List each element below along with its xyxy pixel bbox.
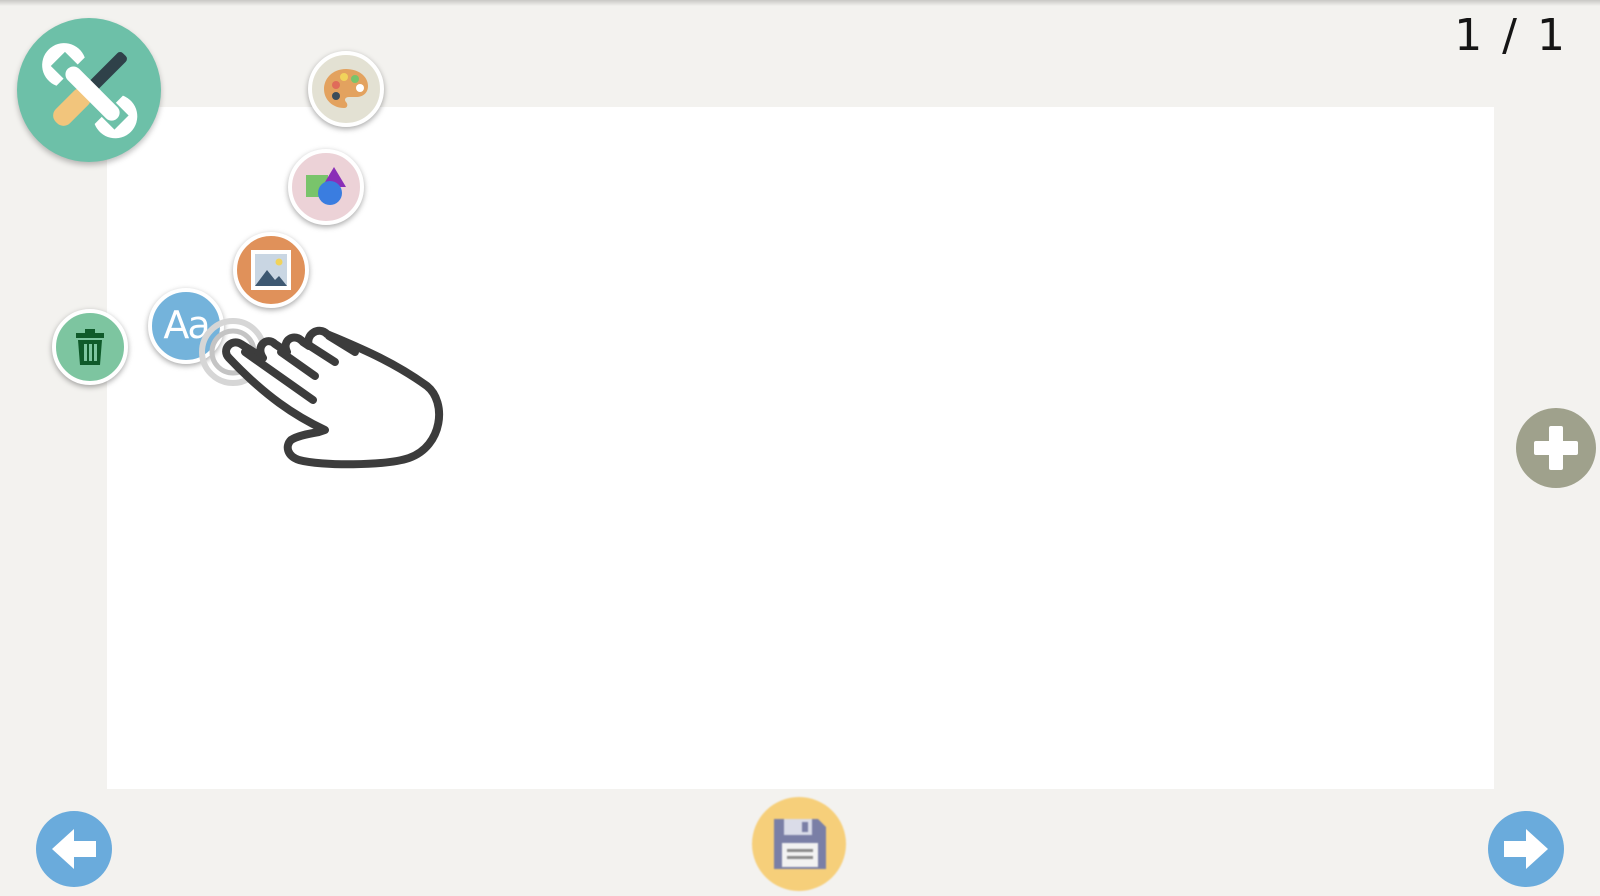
- tools-icon: [42, 43, 138, 139]
- arrow-left-icon: [52, 829, 96, 869]
- next-page-button[interactable]: [1488, 811, 1564, 887]
- save-button[interactable]: [752, 797, 846, 891]
- delete-button[interactable]: [52, 309, 128, 385]
- shapes-icon: [306, 167, 346, 205]
- plus-icon: [1534, 426, 1578, 470]
- status-bar-shadow: [0, 0, 1600, 6]
- image-icon: [251, 250, 291, 290]
- floppy-disk-icon: [774, 819, 826, 869]
- tap-hand-icon: [199, 318, 444, 469]
- image-button[interactable]: [233, 232, 309, 308]
- previous-page-button[interactable]: [36, 811, 112, 887]
- trash-icon: [76, 329, 104, 365]
- add-page-button[interactable]: [1516, 408, 1596, 488]
- tools-menu-button[interactable]: [17, 18, 161, 162]
- shapes-button[interactable]: [288, 149, 364, 225]
- palette-icon: [324, 69, 368, 108]
- arrow-right-icon: [1504, 829, 1548, 869]
- palette-button[interactable]: [308, 51, 384, 127]
- page-counter: 1 / 1: [1454, 10, 1568, 61]
- app-window: 1 / 1 Aa: [0, 0, 1600, 896]
